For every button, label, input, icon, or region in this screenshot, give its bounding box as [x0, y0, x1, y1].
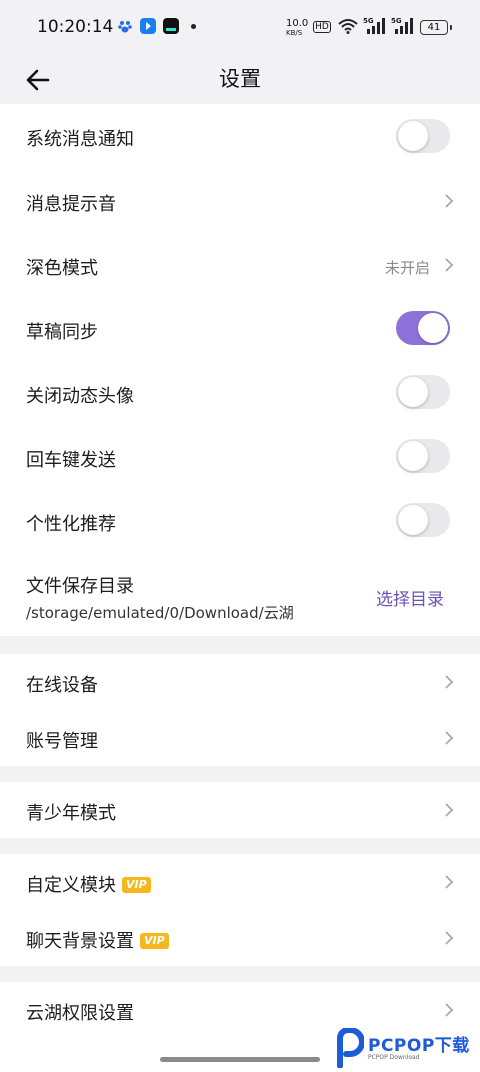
enter-send-toggle[interactable]	[396, 439, 450, 473]
chevron-right-icon	[445, 803, 454, 817]
app-header: 设置	[0, 56, 480, 104]
choose-dir-button[interactable]: 选择目录	[376, 585, 444, 610]
custom-module-text: 自定义模块	[26, 875, 116, 896]
online-devices-row[interactable]: 在线设备	[0, 654, 480, 710]
vip-badge: VIP	[122, 877, 151, 893]
account-manage-label: 账号管理	[26, 731, 98, 752]
system-notify-toggle[interactable]	[396, 119, 450, 153]
toggle-knob	[398, 505, 428, 535]
chevron-right-icon	[445, 731, 454, 745]
disable-avatar-toggle[interactable]	[396, 375, 450, 409]
chevron-right-icon	[445, 258, 454, 272]
custom-module-row[interactable]: 自定义模块 VIP	[0, 854, 480, 910]
enter-send-row: 回车键发送	[0, 424, 480, 488]
chat-background-row[interactable]: 聊天背景设置 VIP	[0, 910, 480, 966]
toggle-knob	[398, 441, 428, 471]
system-notify-row: 系统消息通知	[0, 104, 480, 168]
vip-badge: VIP	[140, 933, 169, 949]
page-title: 设置	[219, 67, 261, 91]
settings-group-general: 系统消息通知 消息提示音 深色模式 未开启 草稿同步 关闭动态头像 回车键发送 …	[0, 104, 480, 636]
chevron-right-icon	[445, 875, 454, 889]
file-dir-path: /storage/emulated/0/Download/云湖	[26, 604, 294, 622]
draft-sync-label: 草稿同步	[26, 322, 98, 343]
personal-rec-label: 个性化推荐	[26, 514, 116, 535]
battery-icon: 41	[420, 20, 452, 35]
notify-sound-label: 消息提示音	[26, 194, 116, 215]
news-app-icon	[163, 18, 179, 34]
net-speed-value: 10.0	[286, 18, 309, 29]
video-app-icon	[140, 18, 156, 34]
net-speed-unit: KB/S	[286, 29, 303, 37]
settings-group-devices: 在线设备 账号管理	[0, 654, 480, 766]
watermark-sub: PCPOP Download	[368, 1054, 420, 1061]
dark-mode-value: 未开启	[384, 259, 430, 277]
net-speed: 10.0 KB/S	[286, 19, 308, 38]
draft-sync-row: 草稿同步	[0, 296, 480, 360]
enter-send-label: 回车键发送	[26, 450, 116, 471]
dark-mode-label: 深色模式	[26, 258, 98, 279]
draft-sync-toggle[interactable]	[396, 311, 450, 345]
chevron-right-icon	[445, 194, 454, 208]
settings-group-vip: 自定义模块 VIP 聊天背景设置 VIP	[0, 854, 480, 966]
chat-background-label: 聊天背景设置 VIP	[26, 927, 169, 953]
personal-rec-row: 个性化推荐	[0, 488, 480, 552]
account-manage-row[interactable]: 账号管理	[0, 710, 480, 766]
notification-dot	[191, 24, 196, 29]
chevron-right-icon	[445, 931, 454, 945]
toggle-knob	[398, 377, 428, 407]
custom-module-label: 自定义模块 VIP	[26, 871, 151, 897]
file-dir-row: 文件保存目录 /storage/emulated/0/Download/云湖 选…	[0, 552, 480, 636]
disable-avatar-label: 关闭动态头像	[26, 386, 134, 407]
toggle-knob	[398, 121, 428, 151]
system-notify-label: 系统消息通知	[26, 129, 134, 150]
teen-mode-row[interactable]: 青少年模式	[0, 782, 480, 838]
watermark-brand: PCPOP下载	[368, 1036, 470, 1056]
home-indicator[interactable]	[160, 1057, 320, 1062]
chevron-right-icon	[445, 1003, 454, 1017]
notify-sound-row[interactable]: 消息提示音	[0, 168, 480, 232]
toggle-knob	[418, 313, 448, 343]
hd-icon: HD	[313, 21, 331, 33]
settings-group-teen: 青少年模式	[0, 782, 480, 838]
status-time: 10:20:14	[37, 17, 114, 37]
personal-rec-toggle[interactable]	[396, 503, 450, 537]
status-bar: 10:20:14 10.0 KB/S HD 5G 5G 41	[0, 0, 480, 56]
disable-avatar-row: 关闭动态头像	[0, 360, 480, 424]
wifi-icon	[338, 18, 358, 38]
chat-background-text: 聊天背景设置	[26, 931, 134, 952]
dark-mode-row[interactable]: 深色模式 未开启	[0, 232, 480, 296]
baidu-app-icon	[117, 18, 133, 34]
pcpop-logo-icon	[337, 1028, 364, 1068]
online-devices-label: 在线设备	[26, 675, 98, 696]
teen-mode-label: 青少年模式	[26, 803, 116, 824]
chevron-right-icon	[445, 675, 454, 689]
pcpop-watermark: PCPOP下载 PCPOP Download	[332, 1028, 480, 1072]
permissions-label: 云湖权限设置	[26, 1003, 134, 1024]
file-dir-label: 文件保存目录	[26, 576, 134, 597]
